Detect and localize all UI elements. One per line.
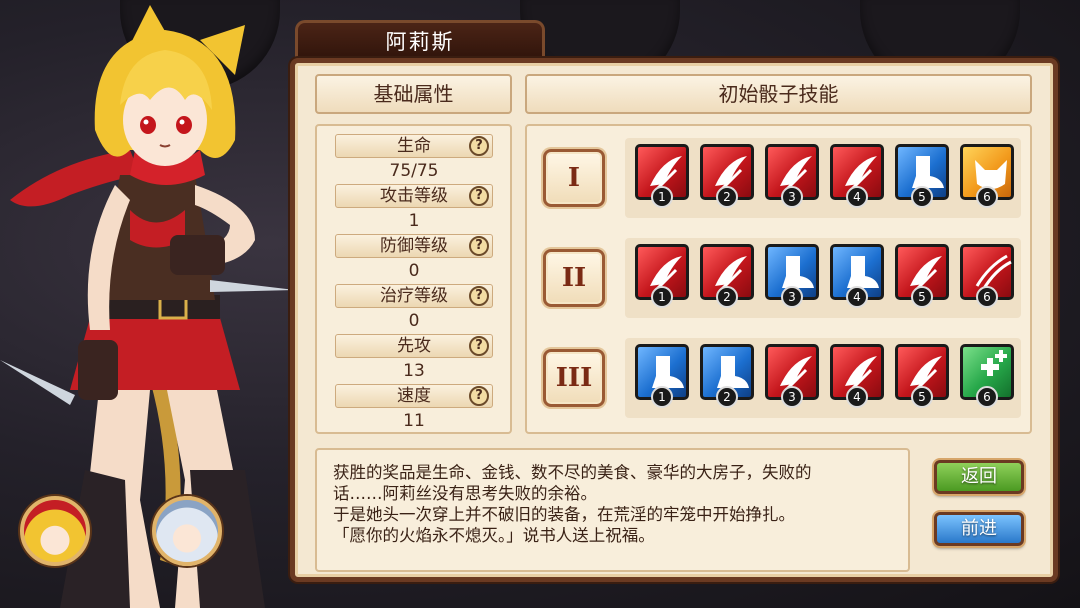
help-icon[interactable]: ? (469, 386, 489, 406)
dice-face-number: 5 (911, 386, 933, 408)
dice-face-number: 3 (781, 286, 803, 308)
stat-label-text: 速度 (397, 386, 431, 406)
story-line: 于是她头一次穿上并不破旧的装备，在荒淫的牢笼中开始挣扎。 (333, 505, 795, 524)
story-text-box: 获胜的奖品是生命、金钱、数不尽的美食、豪华的大房子，失败的 话……阿莉丝没有思考… (315, 448, 910, 572)
skill-row: 1 2 3 4 5 6 (625, 338, 1021, 418)
dice-face-number: 2 (716, 386, 738, 408)
character-name: 阿莉斯 (385, 30, 455, 54)
stat-initiative-label: 先攻 ? (335, 334, 493, 358)
stat-heal-label: 治疗等级 ? (335, 284, 493, 308)
dice-face[interactable]: 2 (700, 344, 754, 408)
stat-attack-label: 攻击等级 ? (335, 184, 493, 208)
skill-row: 1 2 3 4 5 6 (625, 138, 1021, 218)
story-line: 获胜的奖品是生命、金钱、数不尽的美食、豪华的大房子，失败的 (333, 463, 812, 482)
stat-heal-value: 0 (408, 311, 420, 331)
dice-face-number: 6 (976, 186, 998, 208)
dice-skills-grid: 1 2 3 4 5 6 I 1 2 3 4 5 6 II 1 2 3 4 5 6 III (525, 124, 1032, 434)
dice-face-number: 4 (846, 186, 868, 208)
stat-initiative-value: 13 (403, 361, 425, 381)
dice-face[interactable]: 4 (830, 344, 884, 408)
dice-face-number: 1 (651, 186, 673, 208)
dice-face-number: 4 (846, 286, 868, 308)
dice-face-number: 6 (976, 286, 998, 308)
stat-label-text: 防御等级 (380, 236, 448, 256)
dice-face-number: 5 (911, 286, 933, 308)
level-numeral-badge: I (543, 149, 605, 207)
stat-label-text: 攻击等级 (380, 186, 448, 206)
next-button[interactable]: 前进 (934, 512, 1024, 546)
dice-face[interactable]: 6 (960, 244, 1014, 308)
help-icon[interactable]: ? (469, 136, 489, 156)
dice-face-number: 6 (976, 386, 998, 408)
dice-face[interactable]: 5 (895, 144, 949, 208)
dice-face[interactable]: 1 (635, 244, 689, 308)
dice-face[interactable]: 3 (765, 244, 819, 308)
story-line: 话……阿莉丝没有思考失败的余裕。 (333, 484, 597, 503)
stat-defense-value: 0 (408, 261, 420, 281)
base-stats-title: 基础属性 (373, 82, 454, 106)
stat-defense-label: 防御等级 ? (335, 234, 493, 258)
dice-face-number: 1 (651, 386, 673, 408)
dice-face-number: 3 (781, 186, 803, 208)
dice-face[interactable]: 5 (895, 244, 949, 308)
dice-face[interactable]: 4 (830, 244, 884, 308)
help-icon[interactable]: ? (469, 186, 489, 206)
help-icon[interactable]: ? (469, 336, 489, 356)
dice-face[interactable]: 4 (830, 144, 884, 208)
dice-face[interactable]: 6 (960, 144, 1014, 208)
stat-speed-label: 速度 ? (335, 384, 493, 408)
skill-row: 1 2 3 4 5 6 (625, 238, 1021, 318)
stat-label-text: 生命 (397, 136, 431, 156)
dice-skills-title: 初始骰子技能 (718, 82, 839, 106)
dice-face[interactable]: 3 (765, 344, 819, 408)
stat-label-text: 先攻 (397, 336, 431, 356)
base-stats-header: 基础属性 (315, 74, 512, 114)
dice-face[interactable]: 5 (895, 344, 949, 408)
back-button[interactable]: 返回 (934, 460, 1024, 494)
stat-label-text: 治疗等级 (380, 286, 448, 306)
dice-face-number: 3 (781, 386, 803, 408)
dice-face-number: 4 (846, 386, 868, 408)
help-icon[interactable]: ? (469, 236, 489, 256)
stat-speed-value: 11 (403, 411, 425, 431)
story-line: 「愿你的火焰永不熄灭。」说书人送上祝福。 (333, 526, 655, 545)
dice-face-number: 2 (716, 286, 738, 308)
dice-face-number: 1 (651, 286, 673, 308)
dice-face[interactable]: 2 (700, 244, 754, 308)
dice-face-number: 2 (716, 186, 738, 208)
level-numeral-badge: III (543, 349, 605, 407)
dice-face[interactable]: 1 (635, 344, 689, 408)
stat-hp-value: 75/75 (389, 161, 439, 181)
character-portrait-selected[interactable] (20, 496, 90, 566)
help-icon[interactable]: ? (469, 286, 489, 306)
stat-hp-label: 生命 ? (335, 134, 493, 158)
dice-face[interactable]: 6 (960, 344, 1014, 408)
level-numeral-badge: II (543, 249, 605, 307)
dice-face[interactable]: 3 (765, 144, 819, 208)
dice-skills-header: 初始骰子技能 (525, 74, 1032, 114)
stats-list: 生命 ? 75/75 攻击等级 ? 1 防御等级 ? 0 治疗等级 ? 0 先攻… (315, 124, 512, 434)
character-name-tab: 阿莉斯 (295, 20, 545, 62)
stat-attack-value: 1 (408, 211, 420, 231)
dice-face[interactable]: 2 (700, 144, 754, 208)
dice-face[interactable]: 1 (635, 144, 689, 208)
dice-face-number: 5 (911, 186, 933, 208)
character-portrait[interactable] (152, 496, 222, 566)
